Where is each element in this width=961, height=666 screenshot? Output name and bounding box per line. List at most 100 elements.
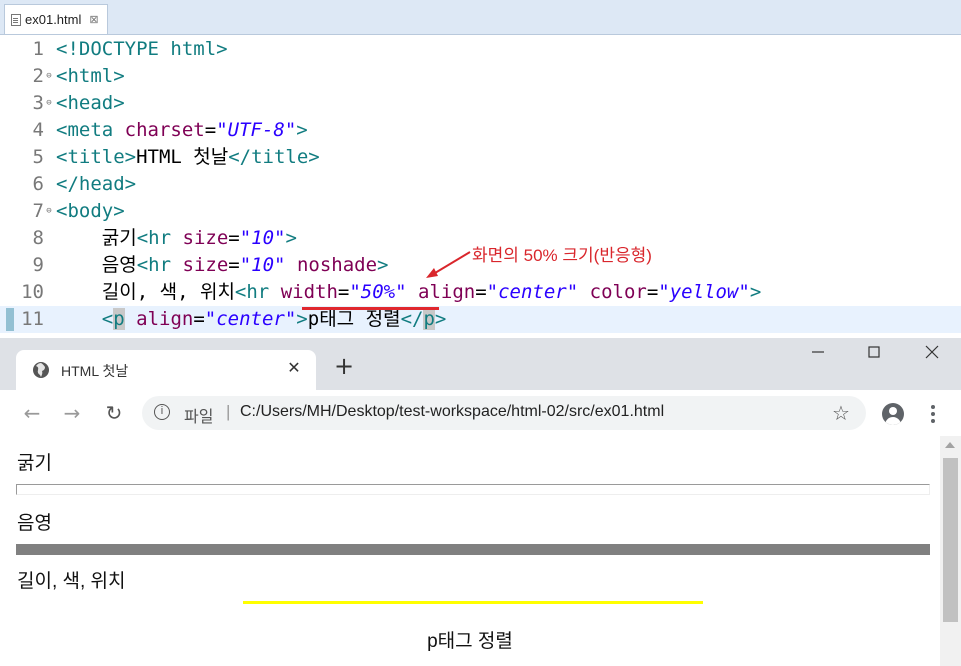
globe-icon [33,362,49,378]
forward-arrow-icon[interactable]: → [60,401,84,425]
code-line: 3 ⊖ <head> [0,90,961,117]
code-token: <meta [56,119,114,141]
line-number: 6 [32,173,44,195]
label-thickness: 굵기 [17,453,52,474]
editor-tab-ex01[interactable]: ex01.html ⊠ [4,4,108,34]
annotation-underline [302,307,439,310]
reload-icon[interactable]: ↻ [102,401,126,425]
address-url[interactable]: C:/Users/MH/Desktop/test-workspace/html-… [240,403,664,421]
scroll-up-arrow-icon[interactable] [945,442,955,448]
annotation-arrow-icon [426,251,471,278]
code-token: <hr [234,281,270,303]
line-number: 5 [32,146,44,168]
fold-collapse-icon[interactable]: ⊖ [44,90,54,117]
line-number: 4 [32,119,44,141]
line-number: 1 [32,38,44,60]
code-token: charset [124,119,205,141]
code-line-current: 11 <p align="center">p태그 정렬</p> [0,306,961,333]
tab-close-icon[interactable]: ✕ [284,358,304,377]
back-arrow-icon[interactable]: ← [20,401,44,425]
info-icon[interactable]: i [154,404,170,420]
code-token: width [280,281,338,303]
code-area[interactable]: 1 <!DOCTYPE html> 2 ⊖ <html> 3 ⊖ <head> … [0,36,961,340]
address-separator: | [226,402,231,421]
line-number: 10 [21,281,44,303]
maximize-icon[interactable] [866,344,882,360]
code-token: > [296,119,308,141]
code-token: "10" [239,254,286,276]
editor-tab-close-icon[interactable]: ⊠ [89,13,98,26]
page-content: 굵기 음영 길이, 색, 위치 p태그 정렬 [0,436,940,666]
code-token: <head> [56,92,125,114]
line-number: 7 [32,200,44,222]
code-token: 길이, 색, 위치 [101,281,235,303]
code-token: <title> [56,146,137,168]
code-token: > [377,254,389,276]
editor-tab-label: ex01.html [25,12,82,27]
code-token: < [101,308,114,330]
bookmark-star-icon[interactable]: ☆ [832,401,850,425]
code-token: <!DOCTYPE html> [56,38,228,60]
code-token: </head> [56,173,137,195]
code-token: "center" [204,308,297,330]
minimize-icon[interactable] [810,344,826,360]
code-token: 굵기 [101,227,137,249]
code-token: <html> [56,65,125,87]
line-number: 9 [32,254,44,276]
line-number: 11 [21,308,44,330]
label-shade: 음영 [17,513,52,534]
code-token: 음영 [101,254,137,276]
address-scheme: 파일 [184,409,214,426]
code-token: = [204,119,217,141]
line-number: 2 [32,65,44,87]
code-line: 7 ⊖ <body> [0,198,961,225]
code-token: <hr [136,254,172,276]
code-token: noshade [296,254,378,276]
code-token: "yellow" [658,281,750,303]
code-line: 1 <!DOCTYPE html> [0,36,961,63]
html-file-icon [11,13,21,26]
fold-collapse-icon[interactable]: ⊖ [44,63,54,90]
fold-collapse-icon[interactable]: ⊖ [44,198,54,225]
code-token: > [434,308,447,330]
code-token: size [182,227,229,249]
code-token: "10" [239,227,286,249]
editor-tabbar: ex01.html ⊠ [0,0,961,35]
code-token: size [182,254,229,276]
vertical-scrollbar[interactable] [940,436,961,666]
code-line: 6 </head> [0,171,961,198]
code-token: "50%" [349,281,407,303]
code-token: > [749,281,762,303]
annotation-text: 화면의 50% 크기(반응형) [472,246,652,265]
label-length: 길이, 색, 위치 [17,571,126,592]
code-token: > [296,308,308,330]
hr-size-10 [16,484,930,495]
new-tab-button[interactable]: + [333,354,355,378]
code-token: "UTF-8" [216,119,297,141]
code-token: "center" [486,281,579,303]
browser-window: HTML 첫날 ✕ + ← → ↻ i 파일 | C:/Users/MH/Des… [0,338,961,666]
browser-toolbar: ← → ↻ i 파일 | C:/Users/MH/Desktop/test-wo… [0,390,961,437]
scroll-thumb[interactable] [943,458,958,622]
code-token: align [418,281,476,303]
code-token: p [423,308,435,330]
hr-noshade [16,544,930,555]
browser-tab[interactable]: HTML 첫날 ✕ [16,350,316,390]
code-line: 5 <title>HTML 첫날</title> [0,144,961,171]
code-token: </title> [228,146,320,168]
code-token: > [285,227,297,249]
code-token: HTML 첫날 [136,146,229,168]
address-bar[interactable]: i 파일 | C:/Users/MH/Desktop/test-workspac… [142,396,866,430]
code-token: color [589,281,647,303]
code-line: 4 <meta charset="UTF-8"> [0,117,961,144]
code-token: p [113,308,125,330]
centered-paragraph: p태그 정렬 [427,631,513,652]
browser-tab-title: HTML 첫날 [61,363,129,379]
account-icon[interactable] [882,403,904,425]
browser-tabstrip: HTML 첫날 ✕ + [0,338,961,390]
code-token: p태그 정렬 [307,308,401,330]
window-close-icon[interactable] [924,344,940,360]
code-token: <body> [56,200,125,222]
kebab-menu-icon[interactable] [926,403,940,425]
line-number: 3 [32,92,44,114]
